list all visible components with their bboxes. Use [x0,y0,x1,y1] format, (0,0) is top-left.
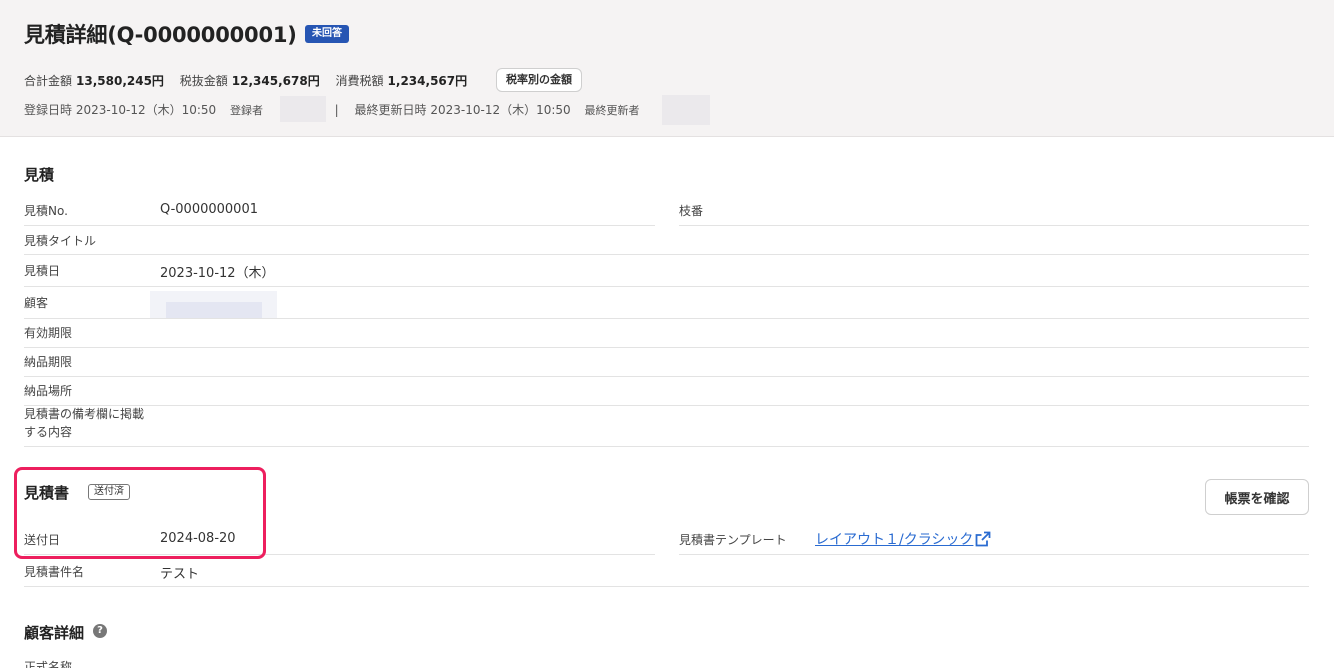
divider [24,376,1309,377]
divider [24,318,1309,319]
updated-at-value: 2023-10-12（木）10:50 [430,103,571,117]
remarks-label: 見積書の備考欄に掲載 する内容 [24,405,144,441]
divider [24,286,1309,287]
subtotal-amount-value: 12,345,678円 [231,74,320,88]
estimate-date-value: 2023-10-12（木） [160,266,275,281]
view-document-button[interactable]: 帳票を確認 [1205,479,1309,515]
estimate-section-title: 見積 [24,166,55,184]
amount-summary: 合計金額 13,580,245円 税抜金額 12,345,678円 消費税額 1,23… [24,72,479,90]
estimate-no-value: Q-0000000001 [160,202,258,217]
registered-at-label: 登録日時 [24,103,73,117]
registered-at-value: 2023-10-12（木）10:50 [75,103,217,117]
remarks-label-line2: する内容 [24,425,73,439]
meta-separator: | [334,103,339,117]
customer-value-redacted [166,302,262,318]
remarks-label-line1: 見積書の備考欄に掲載 [24,407,145,421]
document-name-label: 見積書件名 [24,565,85,579]
status-badge: 未回答 [305,25,349,43]
divider [24,225,655,226]
divider [679,554,1309,555]
total-amount-label: 合計金額 [24,74,73,88]
page-header: 見積詳細(Q-0000000001) 未回答 合計金額 13,580,245円 税… [0,0,1334,137]
divider [24,554,655,555]
divider [24,586,1309,587]
updated-at-label: 最終更新日時 [354,103,427,117]
divider [24,254,1309,255]
divider [24,405,1309,406]
valid-until-label: 有効期限 [24,326,73,340]
template-label: 見積書テンプレート [679,533,787,547]
divider [24,347,1309,348]
delivery-deadline-label: 納品期限 [24,355,73,369]
tax-rate-amount-button[interactable]: 税率別の金額 [496,68,582,92]
registered-by-value [280,96,326,122]
updated-by-value [662,95,710,125]
customer-detail-section-title: 顧客詳細 [24,624,85,642]
estimate-title-label: 見積タイトル [24,234,97,248]
registered-by-label: 登録者 [230,104,263,117]
divider [24,446,1309,447]
document-name-value: テスト [160,567,200,582]
official-name-label: 正式名称 [24,660,73,668]
tax-amount-value: 1,234,567円 [387,74,468,88]
sent-date-label: 送付日 [24,533,61,547]
divider [679,225,1309,226]
template-link[interactable]: レイアウト１/クラシック [815,529,973,549]
page-title: 見積詳細(Q-0000000001) [24,23,297,47]
subtotal-amount-label: 税抜金額 [179,74,228,88]
tax-amount-label: 消費税額 [335,74,384,88]
sent-badge: 送付済 [88,484,130,500]
sent-date-value: 2024-08-20 [160,531,236,546]
external-link-icon[interactable] [975,531,991,547]
customer-label: 顧客 [24,296,49,310]
estimate-date-label: 見積日 [24,264,61,278]
estimate-no-label: 見積No. [24,204,68,218]
branch-no-label: 枝番 [679,204,704,218]
total-amount-value: 13,580,245円 [76,74,164,88]
document-section-title: 見積書 [24,484,70,502]
record-meta: 登録日時 2023-10-12（木）10:50 登録者 | 最終更新日時 202… [24,101,640,120]
delivery-place-label: 納品場所 [24,384,73,398]
help-icon[interactable]: ? [93,624,107,638]
updated-by-label: 最終更新者 [584,104,640,117]
